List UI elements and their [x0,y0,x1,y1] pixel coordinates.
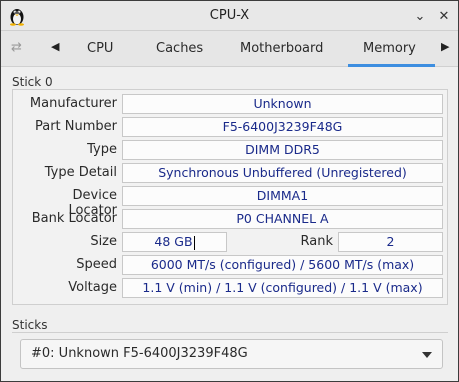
type-detail-label: Type Detail [44,165,117,180]
text-caret [193,235,195,250]
voltage-label: Voltage [68,280,117,295]
part-number-field[interactable]: F5-6400J3239F48G [122,117,443,137]
bank-locator-label: Bank Locator [31,211,117,226]
tab-motherboard[interactable]: Motherboard [240,41,323,56]
tab-cpu[interactable]: CPU [87,41,113,56]
type-field[interactable]: DIMM DDR5 [122,140,443,160]
tab-scroll-right-icon[interactable]: ▶ [441,40,449,53]
stick-group-label: Stick 0 [12,75,53,89]
cpux-window: CPU-X ⌄ ✕ ⇄ ◀ CPU Caches Motherboard Mem… [0,0,459,382]
window-title: CPU-X [209,8,250,23]
manufacturer-field[interactable]: Unknown [122,94,443,114]
size-field[interactable]: 48 GB [122,232,227,252]
tab-scroll-left-icon[interactable]: ◀ [51,40,59,53]
rank-label: Rank [300,234,333,249]
stick-select-value: #0: Unknown F5-6400J3239F48G [31,346,248,361]
tab-bar: ⇄ ◀ CPU Caches Motherboard Memory ▶ [1,31,458,67]
type-detail-field[interactable]: Synchronous Unbuffered (Unregistered) [122,163,443,183]
type-label: Type [87,142,117,157]
manufacturer-label: Manufacturer [29,96,117,111]
stick-select-dropdown[interactable]: #0: Unknown F5-6400J3239F48G [20,339,443,369]
sticks-group-label: Sticks [12,318,48,332]
dropdown-arrow-icon [422,352,432,358]
voltage-field[interactable]: 1.1 V (min) / 1.1 V (configured) / 1.1 V… [122,278,443,298]
tab-memory[interactable]: Memory [363,41,416,56]
minimize-button[interactable]: ⌄ [409,5,431,27]
size-value: 48 GB [154,234,193,249]
bank-locator-field[interactable]: P0 CHANNEL A [122,209,443,229]
speed-label: Speed [76,257,117,272]
refresh-arrows-icon[interactable]: ⇄ [11,40,29,56]
device-locator-field[interactable]: DIMMA1 [122,186,443,206]
close-button[interactable]: ✕ [433,5,455,27]
close-icon: ✕ [438,8,450,24]
speed-field[interactable]: 6000 MT/s (configured) / 5600 MT/s (max) [122,255,443,275]
part-number-label: Part Number [34,119,117,134]
title-bar: CPU-X ⌄ ✕ [1,1,458,31]
tab-caches[interactable]: Caches [156,41,203,56]
size-label: Size [90,234,117,249]
active-tab-indicator [348,64,435,67]
chevron-down-icon: ⌄ [414,8,426,24]
rank-field[interactable]: 2 [338,232,443,252]
